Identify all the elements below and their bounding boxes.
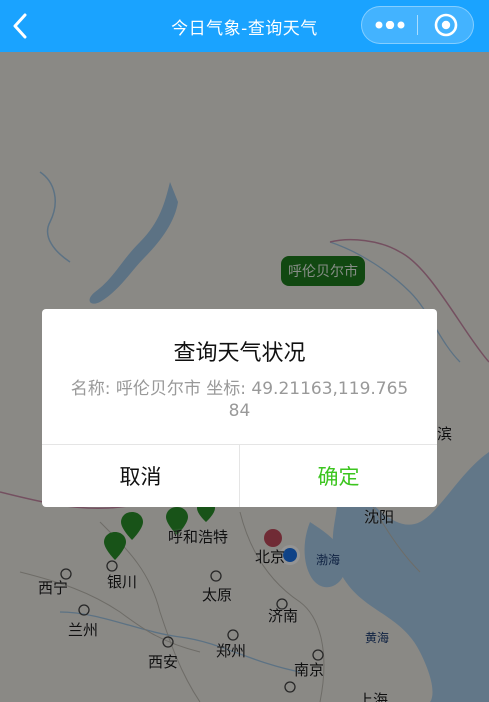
dialog-content: 名称: 呼伦贝尔市 坐标: 49.21163,119.76584	[70, 379, 409, 421]
cancel-button[interactable]: 取消	[42, 445, 240, 507]
weather-query-dialog: 查询天气状况 名称: 呼伦贝尔市 坐标: 49.21163,119.76584 …	[42, 309, 437, 507]
dialog-footer: 取消 确定	[42, 444, 437, 507]
back-button[interactable]	[0, 0, 40, 52]
more-dots-icon	[375, 21, 404, 29]
close-program-button[interactable]	[418, 7, 473, 43]
target-circle-icon	[434, 13, 457, 37]
navigation-bar: 今日气象-查询天气	[0, 0, 489, 52]
chevron-left-icon	[13, 13, 27, 39]
page-title: 今日气象-查询天气	[171, 18, 318, 39]
more-menu-button[interactable]	[362, 7, 417, 43]
mini-program-capsule	[361, 6, 474, 44]
confirm-button[interactable]: 确定	[240, 445, 437, 507]
dialog-title: 查询天气状况	[173, 341, 306, 366]
